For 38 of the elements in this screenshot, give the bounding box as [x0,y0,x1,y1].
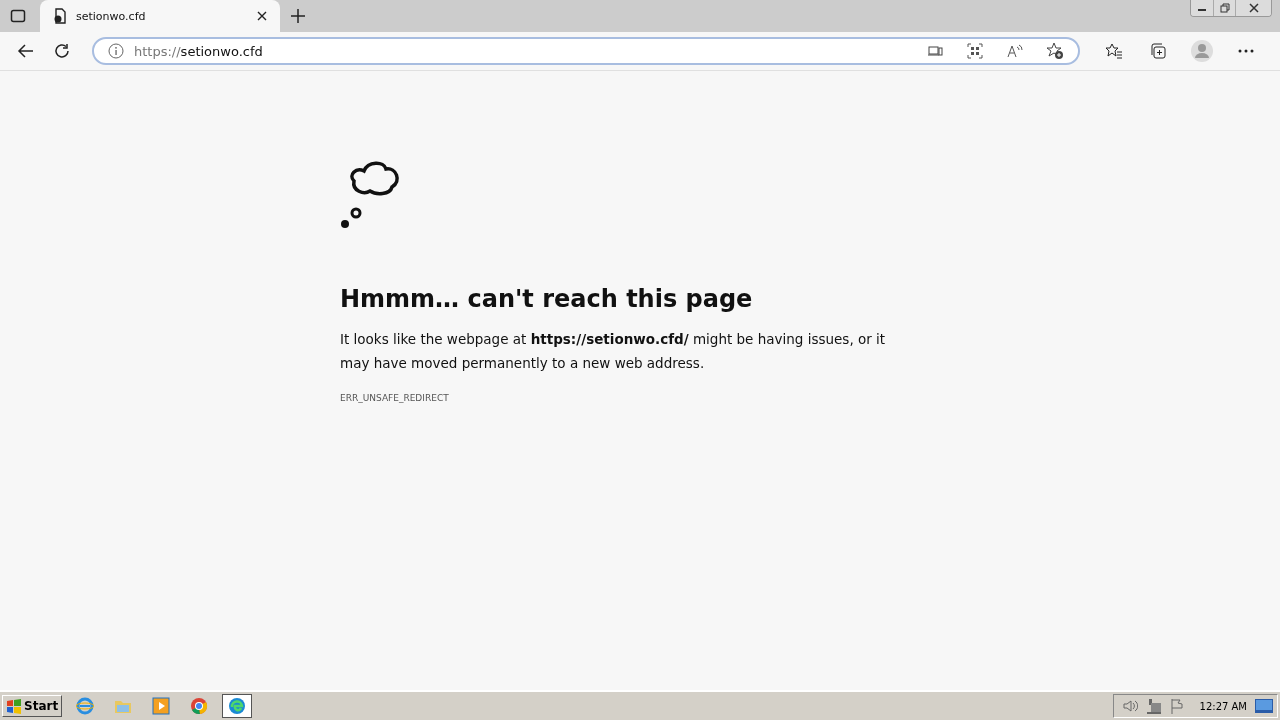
edge-icon [228,697,247,715]
star-list-icon [1105,42,1123,60]
speaker-icon [1121,698,1138,714]
grid-icon [967,43,983,59]
read-aloud-icon [1007,43,1023,59]
chrome-icon [190,697,209,715]
clock: 12:27 AM [1199,700,1247,712]
taskbar-app-button[interactable] [222,694,253,718]
flag-icon [1169,698,1186,714]
star-plus-icon [1046,42,1064,60]
play-icon [152,697,171,715]
collections-icon [1149,42,1167,60]
error-code: ERR_UNSAFE_REDIRECT [340,393,450,403]
address-field[interactable]: https://setionwo.cfd [92,37,1080,65]
network-icon [1145,698,1162,714]
tab-title: setionwo.cfd [76,9,147,23]
refresh-icon [53,42,71,60]
devices-icon [927,43,943,59]
minimize-button[interactable] [1191,0,1213,16]
info-icon [108,43,124,59]
more-icon [1238,49,1254,53]
avatar-icon [1191,40,1213,62]
broken-page-icon [52,8,68,24]
panel-icon [10,8,26,24]
back-arrow-icon [17,42,35,60]
start-button[interactable]: Start [2,695,63,717]
restore-icon [1219,3,1230,13]
plus-icon [290,8,306,24]
browser-tab[interactable]: setionwo.cfd [40,0,280,32]
close-window-button[interactable] [1235,0,1271,16]
close-icon [1248,3,1259,13]
close-icon [256,10,268,22]
desktop-icon [1255,699,1273,713]
error-message: It looks like the webpage at https://setionwo.cfd/ might be having issues, or it may have moved permanently to a new web address. [340,330,887,373]
restore-button[interactable] [1213,0,1235,16]
error-heading: Hmmm… can't reach this page [340,285,754,313]
browser-e-icon [76,697,95,715]
windows-flag-icon [6,698,22,714]
